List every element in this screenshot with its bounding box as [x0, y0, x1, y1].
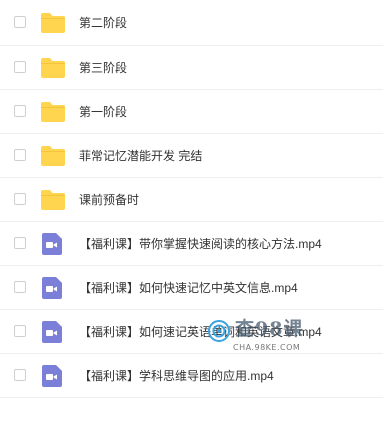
- folder-icon: [40, 12, 66, 34]
- row-checkbox[interactable]: [14, 192, 26, 205]
- file-row[interactable]: 【福利课】带你掌握快速阅读的核心方法.mp4: [0, 222, 383, 266]
- file-row[interactable]: 课前预备时: [0, 178, 383, 222]
- file-row[interactable]: 【福利课】如何快速记忆中英文信息.mp4: [0, 266, 383, 310]
- file-row[interactable]: 第二阶段: [0, 0, 383, 46]
- video-file-icon: [40, 276, 66, 299]
- file-row[interactable]: 第一阶段: [0, 90, 383, 134]
- folder-icon: [40, 145, 66, 167]
- watermark-subtitle: CHA.98KE.COM: [233, 343, 301, 352]
- row-checkbox[interactable]: [14, 236, 26, 249]
- row-checkbox[interactable]: [14, 15, 26, 28]
- video-file-icon: [40, 232, 66, 255]
- file-name[interactable]: 【福利课】如何快速记忆中英文信息.mp4: [79, 280, 298, 296]
- watermark-title: 查98课: [235, 318, 304, 340]
- file-row[interactable]: 菲常记忆潜能开发 完结: [0, 134, 383, 178]
- file-row[interactable]: 【福利课】学科思维导图的应用.mp4: [0, 354, 383, 398]
- row-checkbox[interactable]: [14, 368, 26, 381]
- row-checkbox[interactable]: [14, 280, 26, 293]
- file-name[interactable]: 第一阶段: [79, 104, 127, 120]
- row-checkbox[interactable]: [14, 148, 26, 161]
- folder-icon: [40, 101, 66, 123]
- folder-icon: [40, 189, 66, 211]
- watermark-logo-icon: [208, 320, 230, 342]
- file-row[interactable]: 第三阶段: [0, 46, 383, 90]
- row-checkbox[interactable]: [14, 60, 26, 73]
- file-name[interactable]: 第二阶段: [79, 15, 127, 31]
- video-file-icon: [40, 320, 66, 343]
- watermark: 查98课 CHA.98KE.COM: [208, 316, 326, 360]
- file-name[interactable]: 菲常记忆潜能开发 完结: [79, 148, 202, 164]
- video-file-icon: [40, 364, 66, 387]
- row-checkbox[interactable]: [14, 324, 26, 337]
- file-name[interactable]: 【福利课】学科思维导图的应用.mp4: [79, 368, 274, 384]
- file-name[interactable]: 课前预备时: [79, 192, 139, 208]
- file-name[interactable]: 【福利课】带你掌握快速阅读的核心方法.mp4: [79, 236, 322, 252]
- file-name[interactable]: 第三阶段: [79, 60, 127, 76]
- folder-icon: [40, 57, 66, 79]
- row-checkbox[interactable]: [14, 104, 26, 117]
